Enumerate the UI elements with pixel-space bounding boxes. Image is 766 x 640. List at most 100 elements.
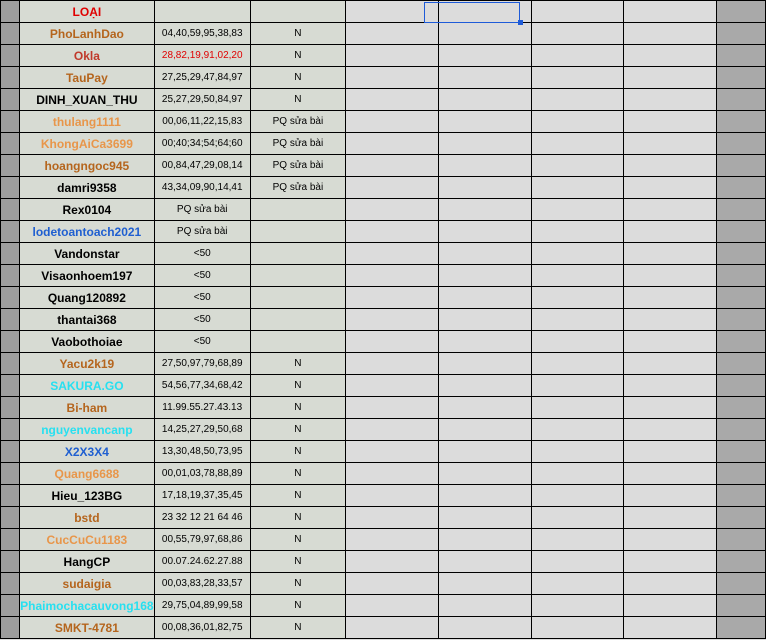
name-cell[interactable]: PhoLanhDao	[19, 22, 155, 45]
name-cell[interactable]: Hieu_123BG	[19, 484, 155, 507]
row-header-cell[interactable]	[0, 264, 21, 287]
cell[interactable]	[530, 462, 625, 485]
cell[interactable]	[530, 220, 625, 243]
cell[interactable]	[530, 286, 625, 309]
numbers-cell[interactable]: 00,01,03,78,88,89	[153, 462, 251, 485]
cell[interactable]	[530, 484, 625, 507]
cell[interactable]	[437, 572, 532, 595]
cell[interactable]	[249, 0, 346, 23]
row-header-cell[interactable]	[0, 88, 21, 111]
numbers-cell[interactable]: 00,55,79,97,68,86	[153, 528, 251, 551]
cell[interactable]	[623, 352, 718, 375]
row-header-cell[interactable]	[0, 286, 21, 309]
name-cell[interactable]: Yacu2k19	[19, 352, 155, 375]
cell[interactable]	[530, 374, 625, 397]
cell[interactable]	[437, 264, 532, 287]
cell[interactable]	[437, 616, 532, 639]
flag-cell[interactable]: PQ sửa bài	[249, 132, 346, 155]
cell[interactable]	[623, 88, 718, 111]
name-cell[interactable]: Bi-ham	[19, 396, 155, 419]
name-cell[interactable]: HangCP	[19, 550, 155, 573]
cell[interactable]	[344, 0, 439, 23]
cell[interactable]	[437, 88, 532, 111]
flag-cell[interactable]: N	[249, 440, 346, 463]
cell[interactable]	[716, 176, 766, 199]
cell[interactable]	[623, 594, 718, 617]
cell[interactable]	[623, 396, 718, 419]
cell[interactable]	[437, 132, 532, 155]
flag-cell[interactable]	[249, 286, 346, 309]
numbers-cell[interactable]: PQ sửa bài	[153, 198, 251, 221]
row-header-cell[interactable]	[0, 528, 21, 551]
cell[interactable]	[530, 330, 625, 353]
flag-cell[interactable]: PQ sửa bài	[249, 110, 346, 133]
cell[interactable]	[153, 0, 251, 23]
cell[interactable]	[716, 44, 766, 67]
cell[interactable]	[437, 110, 532, 133]
cell[interactable]	[623, 132, 718, 155]
row-header-cell[interactable]	[0, 418, 21, 441]
cell[interactable]	[344, 198, 439, 221]
cell[interactable]	[437, 352, 532, 375]
cell[interactable]	[344, 330, 439, 353]
name-cell[interactable]: Vaobothoiae	[19, 330, 155, 353]
cell[interactable]	[344, 572, 439, 595]
cell[interactable]	[344, 440, 439, 463]
cell[interactable]	[716, 308, 766, 331]
cell[interactable]	[716, 374, 766, 397]
cell[interactable]	[344, 220, 439, 243]
name-cell[interactable]: DINH_XUAN_THU	[19, 88, 155, 111]
cell[interactable]	[530, 242, 625, 265]
cell[interactable]	[530, 572, 625, 595]
row-header-cell[interactable]	[0, 0, 21, 23]
flag-cell[interactable]: N	[249, 374, 346, 397]
cell[interactable]	[623, 176, 718, 199]
cell[interactable]	[716, 132, 766, 155]
cell[interactable]	[716, 616, 766, 639]
row-header-cell[interactable]	[0, 506, 21, 529]
cell[interactable]	[623, 528, 718, 551]
row-header-cell[interactable]	[0, 176, 21, 199]
cell[interactable]	[530, 110, 625, 133]
cell[interactable]	[344, 44, 439, 67]
row-header-cell[interactable]	[0, 132, 21, 155]
flag-cell[interactable]	[249, 308, 346, 331]
cell[interactable]	[623, 154, 718, 177]
flag-cell[interactable]	[249, 242, 346, 265]
numbers-cell[interactable]: 04,40,59,95,38,83	[153, 22, 251, 45]
numbers-cell[interactable]: <50	[153, 308, 251, 331]
cell[interactable]	[716, 154, 766, 177]
cell[interactable]	[344, 176, 439, 199]
cell[interactable]	[344, 22, 439, 45]
cell[interactable]	[530, 66, 625, 89]
cell[interactable]	[344, 550, 439, 573]
cell[interactable]	[344, 66, 439, 89]
cell[interactable]	[344, 616, 439, 639]
name-cell[interactable]: Rex0104	[19, 198, 155, 221]
name-cell[interactable]: Vandonstar	[19, 242, 155, 265]
cell[interactable]	[623, 308, 718, 331]
row-header-cell[interactable]	[0, 440, 21, 463]
flag-cell[interactable]: N	[249, 506, 346, 529]
flag-cell[interactable]	[249, 220, 346, 243]
cell[interactable]	[716, 528, 766, 551]
cell[interactable]	[344, 242, 439, 265]
row-header-cell[interactable]	[0, 484, 21, 507]
flag-cell[interactable]: N	[249, 88, 346, 111]
name-cell[interactable]: CucCuCu1183	[19, 528, 155, 551]
name-cell[interactable]: TauPay	[19, 66, 155, 89]
numbers-cell[interactable]: 14,25,27,29,50,68	[153, 418, 251, 441]
cell[interactable]	[437, 462, 532, 485]
cell[interactable]	[623, 330, 718, 353]
flag-cell[interactable]: N	[249, 418, 346, 441]
numbers-cell[interactable]: <50	[153, 264, 251, 287]
flag-cell[interactable]: PQ sửa bài	[249, 176, 346, 199]
cell[interactable]	[437, 418, 532, 441]
numbers-cell[interactable]: 29,75,04,89,99,58	[153, 594, 251, 617]
cell[interactable]	[530, 22, 625, 45]
flag-cell[interactable]: N	[249, 352, 346, 375]
cell[interactable]	[623, 506, 718, 529]
numbers-cell[interactable]: <50	[153, 242, 251, 265]
cell[interactable]	[716, 462, 766, 485]
cell[interactable]	[623, 484, 718, 507]
